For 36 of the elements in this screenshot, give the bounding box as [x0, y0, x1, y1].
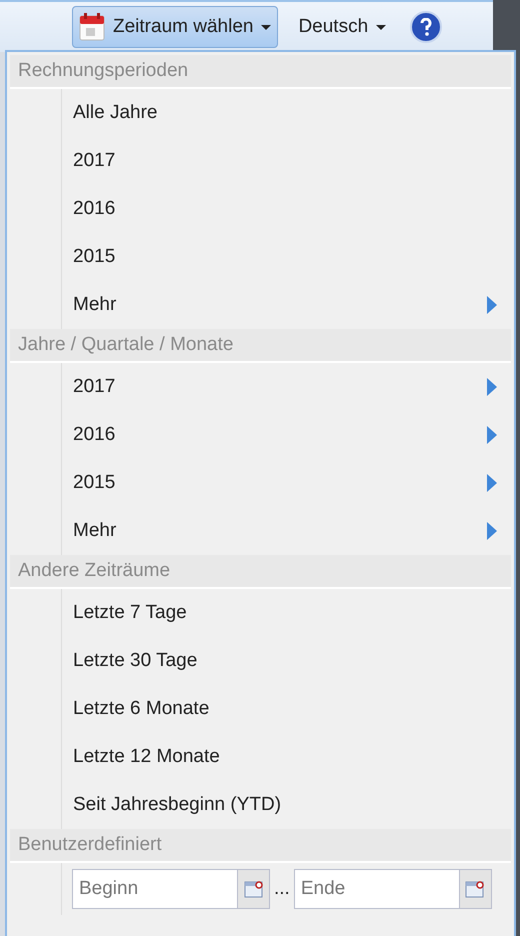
language-button[interactable]: Deutsch [298, 12, 386, 42]
section-header: Andere Zeiträume [10, 555, 511, 589]
menu-item[interactable]: Mehr [62, 281, 511, 329]
menu-item[interactable]: 2016 [62, 411, 511, 459]
section-header: Jahre / Quartale / Monate [10, 329, 511, 363]
calendar-icon [244, 880, 264, 898]
calendar-icon [79, 13, 105, 41]
date-picker-button[interactable] [460, 869, 492, 909]
calendar-icon [465, 880, 486, 898]
date-picker-button[interactable] [238, 869, 270, 909]
help-icon[interactable] [410, 11, 442, 43]
menu-item[interactable]: Letzte 30 Tage [62, 637, 511, 685]
section-header: Benutzerdefiniert [10, 829, 511, 863]
menu-item[interactable]: 2015 [62, 233, 511, 281]
submenu-arrow-icon [487, 474, 497, 492]
menu-item[interactable]: 2016 [62, 185, 511, 233]
menu-item[interactable]: Seit Jahresbeginn (YTD) [62, 781, 511, 829]
period-button[interactable]: Zeitraum wählen [72, 6, 278, 48]
menu-item[interactable]: Mehr [62, 507, 511, 555]
menu-item[interactable]: 2015 [62, 459, 511, 507]
end-date-field[interactable]: Ende [294, 869, 460, 909]
start-date-field[interactable]: Beginn [72, 869, 238, 909]
menu-item[interactable]: 2017 [62, 137, 511, 185]
menu-item[interactable]: Alle Jahre [62, 89, 511, 137]
menu-item[interactable]: 2017 [62, 363, 511, 411]
submenu-arrow-icon [487, 378, 497, 396]
caret-icon [261, 24, 272, 30]
submenu-arrow-icon [487, 296, 497, 314]
menu-item[interactable]: Letzte 6 Monate [62, 685, 511, 733]
submenu-arrow-icon [487, 522, 497, 540]
menu-item[interactable]: Letzte 7 Tage [62, 589, 511, 637]
caret-icon [376, 24, 386, 30]
menu-item[interactable]: Letzte 12 Monate [62, 733, 511, 781]
submenu-arrow-icon [487, 426, 497, 444]
range-separator: ... [274, 876, 290, 901]
section-header: Rechnungsperioden [10, 55, 511, 89]
